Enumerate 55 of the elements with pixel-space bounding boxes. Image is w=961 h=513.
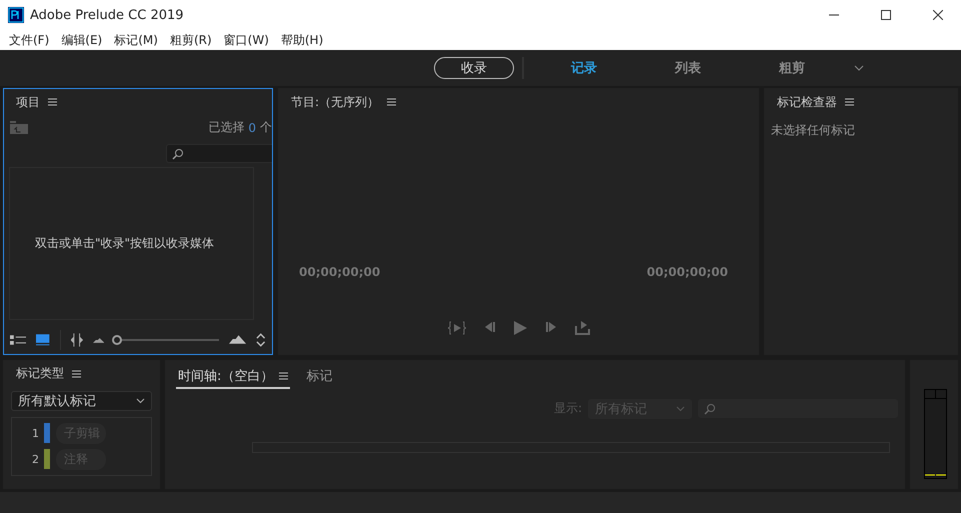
- menu-item[interactable]: 标记(M): [109, 32, 163, 48]
- play-icon[interactable]: [514, 321, 526, 335]
- list-view-icon[interactable]: [10, 334, 26, 345]
- sort-icon[interactable]: [71, 332, 83, 347]
- workspace-tab[interactable]: 粗剪: [740, 58, 844, 78]
- timecode: 00;00;00;00: [646, 265, 728, 279]
- selected-count: 0: [248, 120, 256, 134]
- search-icon: [704, 402, 716, 415]
- panel-menu-icon[interactable]: [845, 98, 854, 106]
- icon-view-icon[interactable]: [36, 334, 50, 346]
- chevron-down-icon[interactable]: [854, 64, 864, 72]
- panel-title: 项目: [16, 94, 40, 110]
- close-icon: [933, 10, 943, 20]
- step-forward-icon[interactable]: [544, 321, 556, 333]
- slider-thumb[interactable]: [112, 334, 122, 345]
- step-back-icon[interactable]: [484, 321, 496, 333]
- menu-item[interactable]: 文件(F): [4, 32, 54, 48]
- panel-title: 标记类型: [16, 365, 64, 382]
- search-field[interactable]: [698, 399, 898, 418]
- small-thumbnail-icon: [92, 336, 104, 343]
- maximize-icon: [881, 10, 891, 20]
- panel-title: 节目:（无序列）: [291, 94, 380, 110]
- workspace-tab[interactable]: 记录: [532, 58, 636, 78]
- panel-tab[interactable]: 时间轴:（空白）: [176, 364, 290, 389]
- count-unit: 个: [260, 119, 272, 136]
- search-icon: [172, 148, 184, 160]
- app-logo-icon: [8, 7, 24, 23]
- menu-item[interactable]: 窗口(W): [218, 32, 274, 48]
- search-field[interactable]: [166, 144, 272, 163]
- menu-item[interactable]: 编辑(E): [56, 32, 108, 48]
- media-drop-area[interactable]: 双击或单击"收录"按钮以收录媒体: [9, 167, 254, 320]
- selected-label: 已选择: [208, 119, 244, 136]
- panel-menu-icon[interactable]: [279, 372, 288, 380]
- marker-number: 2: [31, 452, 39, 466]
- large-thumbnail-icon: [229, 335, 246, 344]
- export-frame-icon[interactable]: [574, 321, 590, 335]
- empty-message: 双击或单击"收录"按钮以收录媒体: [35, 236, 216, 251]
- play-in-to-out-icon[interactable]: [448, 321, 466, 335]
- empty-message: 未选择任何标记: [771, 123, 855, 137]
- window-title: Adobe Prelude CC 2019: [30, 8, 185, 22]
- marker-filter-dropdown[interactable]: 所有默认标记: [11, 390, 152, 411]
- panel-menu-icon[interactable]: [72, 370, 81, 378]
- panel-title: 标记检查器: [777, 94, 837, 110]
- menu-item[interactable]: 帮助(H): [276, 32, 328, 48]
- timecode: 00;00;00;00: [299, 265, 380, 279]
- panel-menu-icon[interactable]: [387, 98, 396, 106]
- scroll-arrows-icon[interactable]: [256, 332, 266, 347]
- marker-number: 1: [31, 426, 39, 440]
- chevron-down-icon: [676, 406, 685, 412]
- panel-menu-icon[interactable]: [48, 98, 57, 106]
- ingest-button[interactable]: 收录: [434, 57, 514, 79]
- panel-tab[interactable]: 标记: [304, 364, 334, 389]
- workspace-tab[interactable]: 列表: [636, 58, 740, 78]
- menu-item[interactable]: 粗剪(R): [164, 32, 217, 48]
- chevron-down-icon: [136, 398, 145, 404]
